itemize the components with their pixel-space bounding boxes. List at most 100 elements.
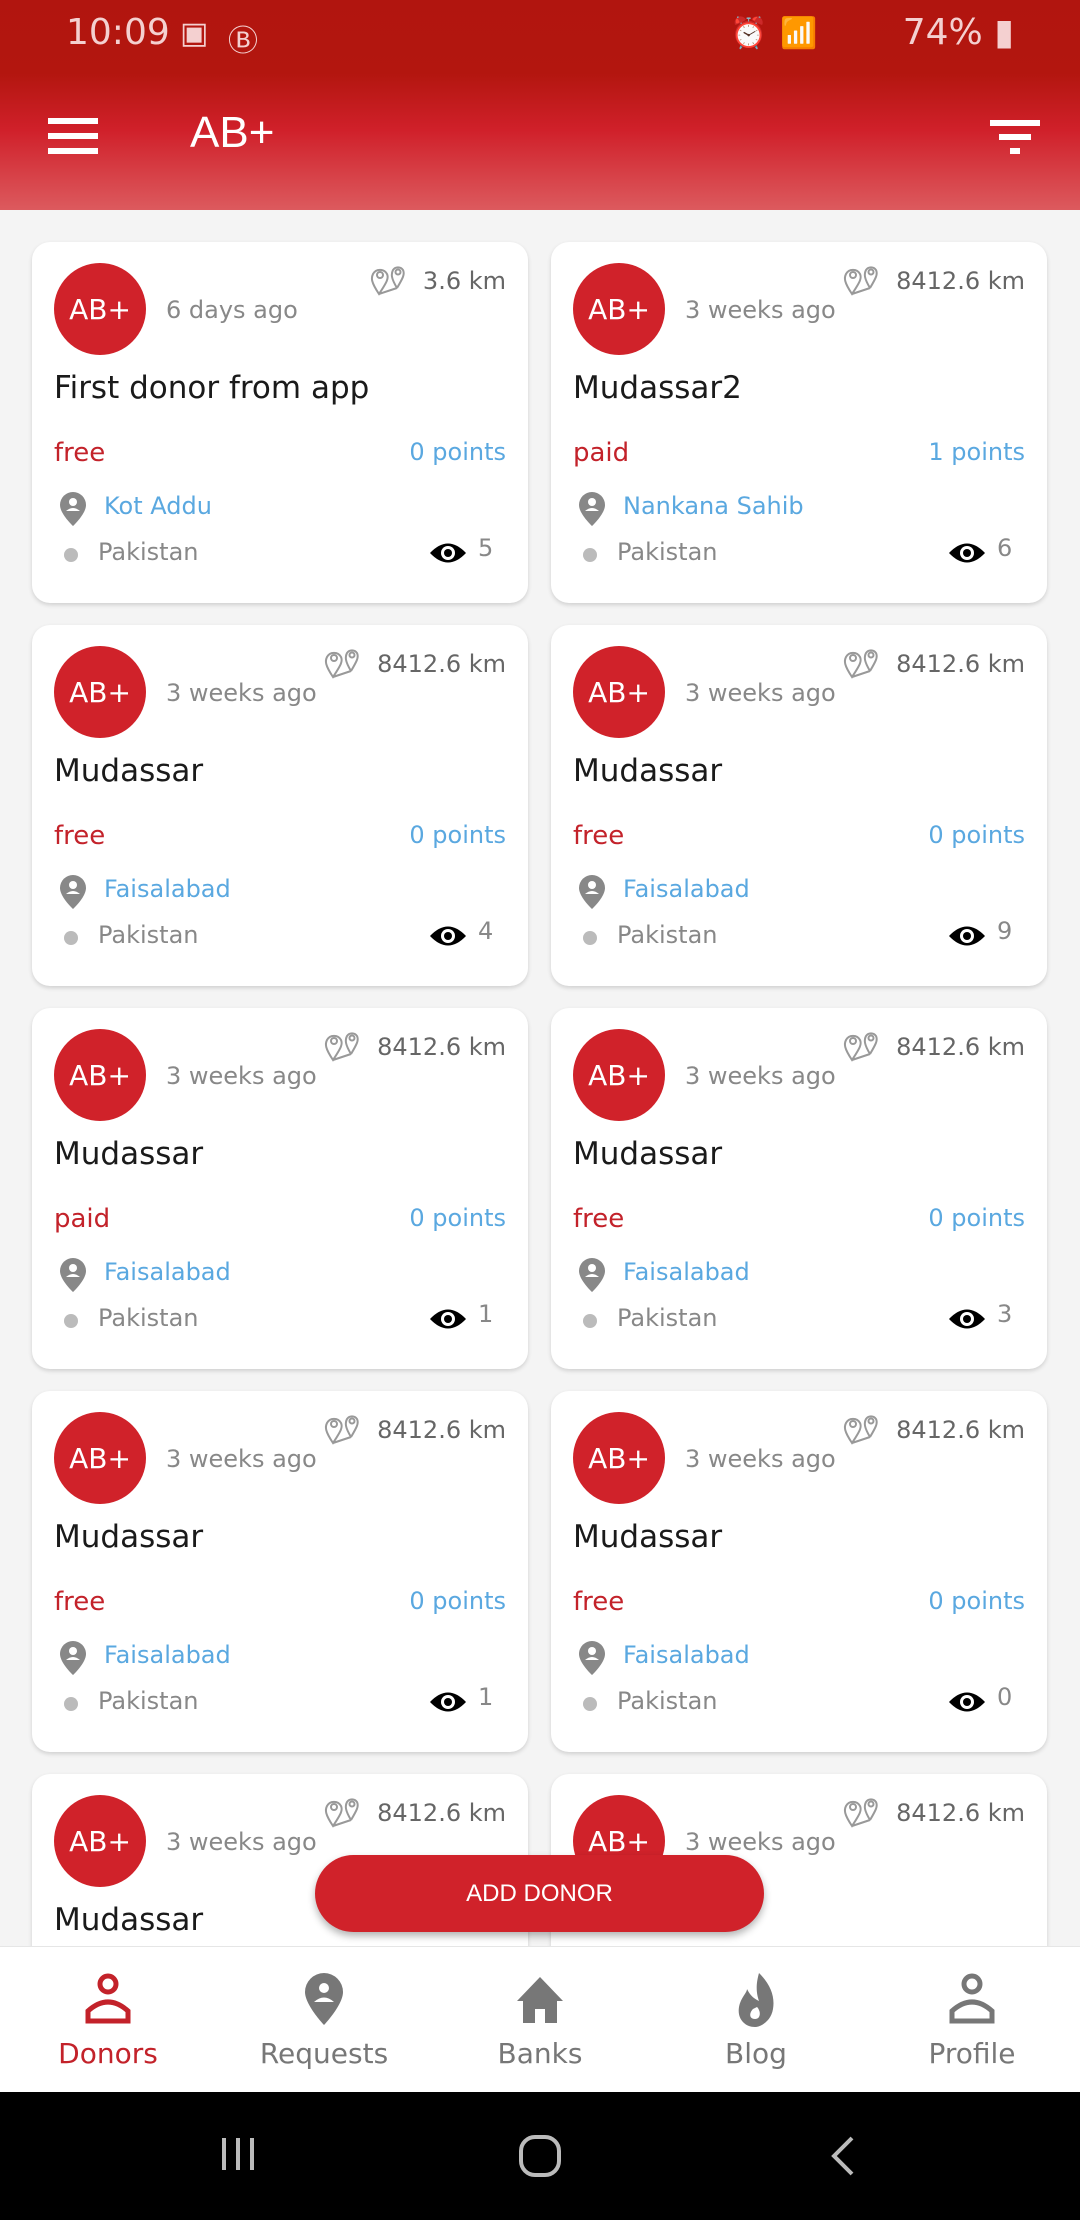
distance-value: 8412.6 km: [896, 650, 1025, 678]
eye-icon: [430, 1309, 466, 1329]
location-pin-icon: [579, 492, 605, 526]
donor-card[interactable]: AB+ 3 weeks ago 8412.6 km Mudassar free …: [32, 1391, 528, 1752]
menu-icon[interactable]: [48, 118, 98, 154]
recent-apps-button[interactable]: [218, 2134, 258, 2174]
location-pin-icon: [579, 875, 605, 909]
posted-time: 3 weeks ago: [166, 1062, 317, 1090]
nav-banks[interactable]: Banks: [432, 1947, 648, 2092]
city-link[interactable]: Faisalabad: [623, 1258, 750, 1286]
blood-group-avatar: AB+: [573, 646, 665, 738]
donor-name: Mudassar: [54, 1519, 204, 1555]
donor-name: Mudassar: [573, 753, 723, 789]
city-link[interactable]: Kot Addu: [104, 492, 212, 520]
add-donor-button[interactable]: ADD DONOR: [315, 1855, 764, 1932]
map-route-icon: [844, 1032, 878, 1062]
country: Pakistan: [98, 538, 199, 566]
country: Pakistan: [98, 921, 199, 949]
city-link[interactable]: Faisalabad: [623, 1641, 750, 1669]
back-button[interactable]: [828, 2134, 858, 2182]
distance-value: 3.6 km: [422, 267, 506, 295]
country-dot-icon: [583, 931, 597, 945]
donor-type: paid: [573, 438, 630, 468]
donor-type: free: [573, 1587, 625, 1617]
donor-card[interactable]: AB+ 3 weeks ago 8412.6 km Mudassar2 paid…: [551, 242, 1047, 603]
nav-requests[interactable]: Requests: [216, 1947, 432, 2092]
donor-card[interactable]: AB+ 3 weeks ago 8412.6 km Mudassar free …: [551, 625, 1047, 986]
location-pin-icon: [579, 1258, 605, 1292]
view-count: 5: [478, 534, 494, 562]
blood-group-avatar: AB+: [54, 1029, 146, 1121]
filter-icon[interactable]: [990, 120, 1040, 154]
app-bar: 10:09 ▣ Ⓑ ⏰ 📶 74% ▮ AB+: [0, 0, 1080, 210]
home-button[interactable]: [518, 2134, 562, 2182]
donor-card[interactable]: AB+ 3 weeks ago 8412.6 km Mudassar paid …: [32, 1008, 528, 1369]
location-pin-icon: [579, 1641, 605, 1675]
country: Pakistan: [98, 1304, 199, 1332]
distance: 8412.6 km: [323, 647, 506, 681]
points: 0 points: [928, 821, 1025, 849]
nav-profile[interactable]: Profile: [864, 1947, 1080, 2092]
map-route-icon: [844, 1415, 878, 1445]
posted-time: 6 days ago: [166, 296, 298, 324]
view-count: 9: [997, 917, 1013, 945]
posted-time: 3 weeks ago: [685, 296, 836, 324]
map-route-icon: [325, 1032, 359, 1062]
map-route-icon: [325, 1415, 359, 1445]
map-route-icon: [844, 649, 878, 679]
country-dot-icon: [583, 1697, 597, 1711]
gallery-icon: ▣: [180, 16, 209, 51]
posted-time: 3 weeks ago: [166, 1828, 317, 1856]
distance: 8412.6 km: [842, 1796, 1025, 1830]
country-dot-icon: [64, 1697, 78, 1711]
distance: 3.6 km: [369, 264, 506, 298]
view-count: 1: [478, 1300, 494, 1328]
country: Pakistan: [617, 1687, 718, 1715]
eye-icon: [949, 543, 985, 563]
donor-card[interactable]: AB+ 6 days ago 3.6 km First donor from a…: [32, 242, 528, 603]
city-link[interactable]: Faisalabad: [623, 875, 750, 903]
nav-label: Blog: [725, 2037, 787, 2070]
status-bar: 10:09 ▣ Ⓑ ⏰ 📶 74% ▮: [0, 12, 1080, 72]
view-count: 0: [997, 1683, 1013, 1711]
battery-level: 74% ▮: [903, 12, 1014, 53]
map-route-icon: [844, 266, 878, 296]
map-route-icon: [370, 266, 405, 296]
distance: 8412.6 km: [323, 1413, 506, 1447]
donor-name: Mudassar: [573, 1519, 723, 1555]
nav-blog[interactable]: Blog: [648, 1947, 864, 2092]
city-link[interactable]: Faisalabad: [104, 1641, 231, 1669]
country: Pakistan: [617, 921, 718, 949]
distance: 8412.6 km: [842, 647, 1025, 681]
donor-card[interactable]: AB+ 3 weeks ago 8412.6 km Mudassar free …: [551, 1008, 1047, 1369]
eye-icon: [430, 1692, 466, 1712]
distance: 8412.6 km: [842, 1030, 1025, 1064]
nav-label: Donors: [58, 2037, 158, 2070]
donor-card[interactable]: AB+ 3 weeks ago 8412.6 km Mudassar free …: [551, 1391, 1047, 1752]
posted-time: 3 weeks ago: [166, 679, 317, 707]
location-pin-icon: [305, 1973, 343, 2025]
donor-card[interactable]: AB+ 3 weeks ago 8412.6 km Mudassar free …: [32, 625, 528, 986]
posted-time: 3 weeks ago: [685, 1062, 836, 1090]
distance: 8412.6 km: [842, 1413, 1025, 1447]
nav-donors[interactable]: Donors: [0, 1947, 216, 2092]
eye-icon: [949, 1692, 985, 1712]
blood-group-avatar: AB+: [573, 263, 665, 355]
posted-time: 3 weeks ago: [166, 1445, 317, 1473]
battery-icon: ▮: [994, 12, 1014, 53]
country-dot-icon: [64, 931, 78, 945]
distance-value: 8412.6 km: [377, 1799, 506, 1827]
city-link[interactable]: Nankana Sahib: [623, 492, 804, 520]
blood-group-avatar: AB+: [54, 1795, 146, 1887]
eye-icon: [430, 926, 466, 946]
distance: 8412.6 km: [842, 264, 1025, 298]
country: Pakistan: [617, 1304, 718, 1332]
posted-time: 3 weeks ago: [685, 679, 836, 707]
donor-name: Mudassar2: [573, 370, 742, 406]
city-link[interactable]: Faisalabad: [104, 1258, 231, 1286]
points: 0 points: [928, 1204, 1025, 1232]
distance-value: 8412.6 km: [896, 1033, 1025, 1061]
distance: 8412.6 km: [323, 1030, 506, 1064]
donor-type: free: [54, 1587, 106, 1617]
city-link[interactable]: Faisalabad: [104, 875, 231, 903]
flame-icon: [738, 1973, 774, 2027]
